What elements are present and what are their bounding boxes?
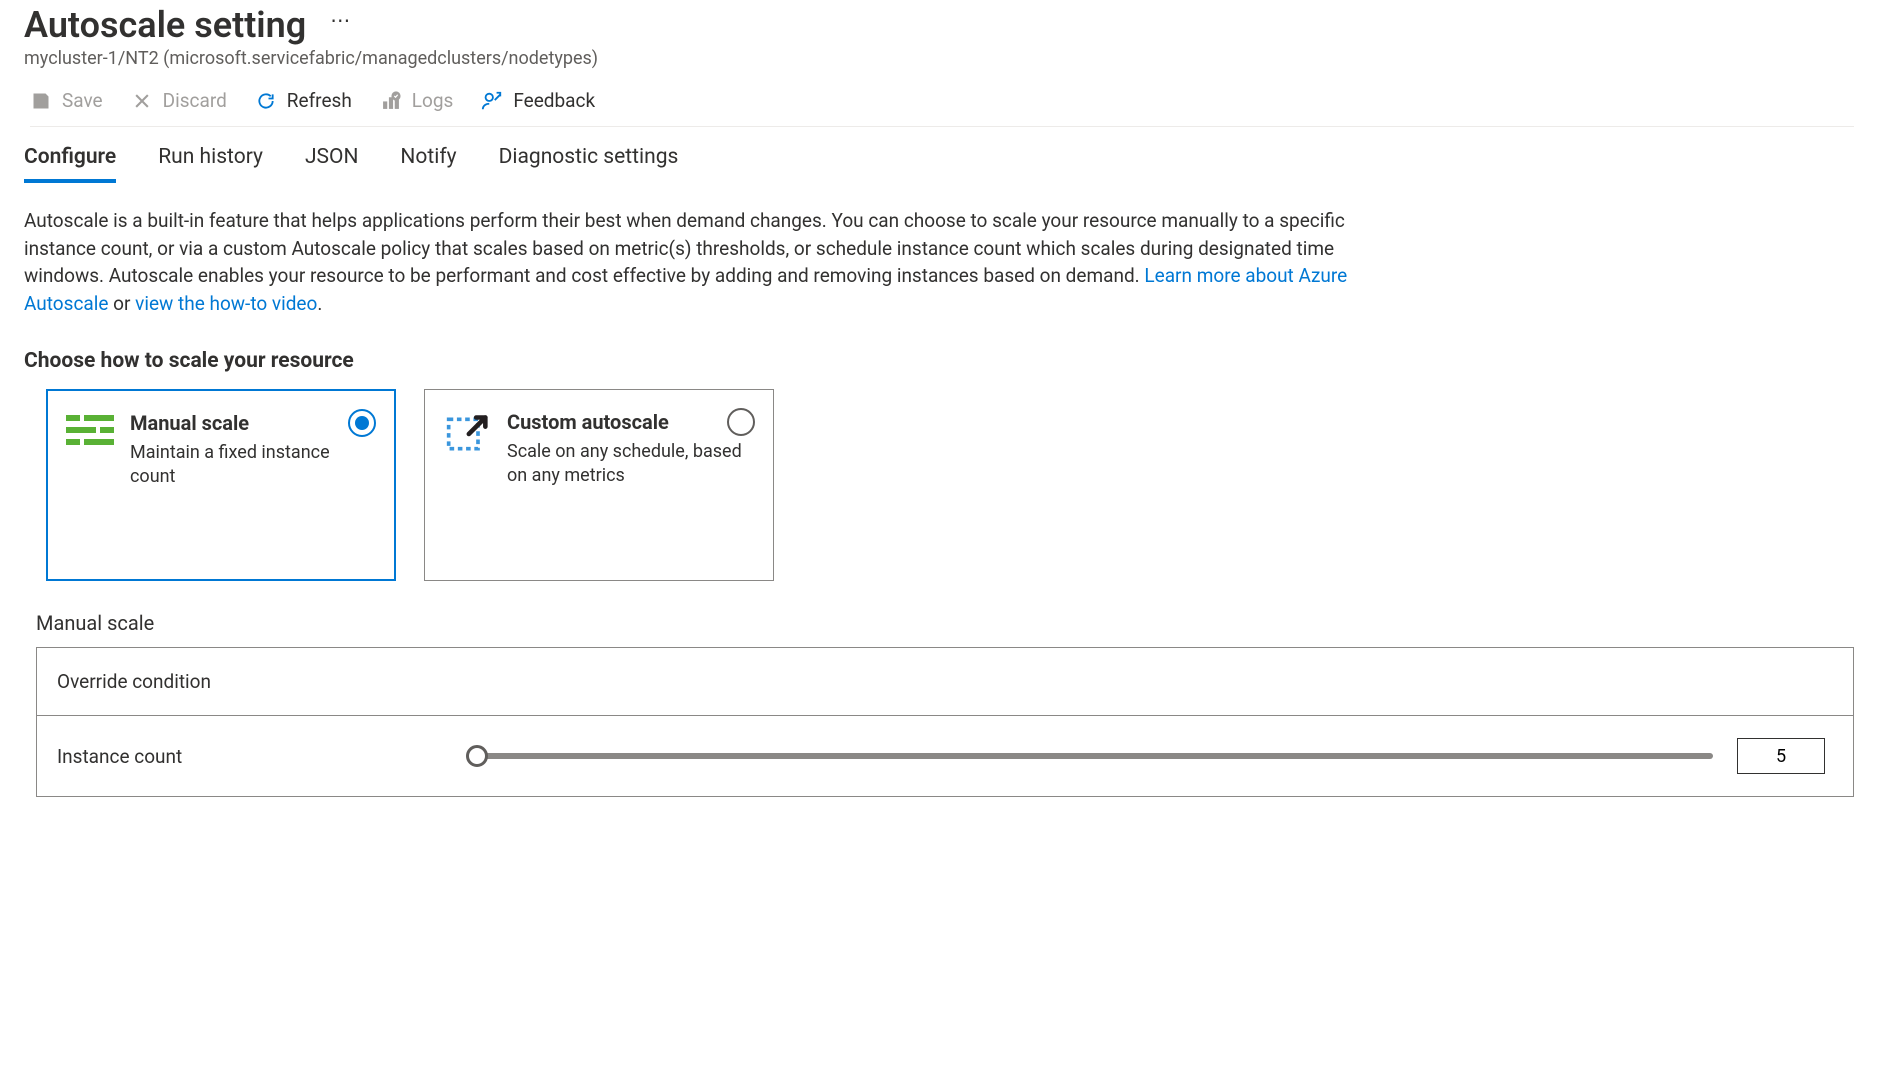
manual-scale-settings: Override condition Instance count [36, 647, 1854, 797]
manual-scale-icon [66, 413, 114, 455]
manual-scale-radio[interactable] [348, 409, 376, 437]
intro-text: Autoscale is a built-in feature that hel… [24, 207, 1404, 317]
discard-icon [131, 90, 153, 112]
refresh-label: Refresh [287, 89, 352, 112]
refresh-icon [255, 90, 277, 112]
override-condition-row: Override condition [37, 648, 1853, 716]
tab-diagnostic-settings[interactable]: Diagnostic settings [499, 145, 679, 183]
instance-count-row: Instance count [37, 716, 1853, 796]
refresh-button[interactable]: Refresh [255, 89, 352, 112]
feedback-button[interactable]: Feedback [481, 89, 595, 112]
custom-autoscale-card[interactable]: Custom autoscale Scale on any schedule, … [424, 389, 774, 581]
instance-count-input[interactable] [1737, 738, 1825, 774]
manual-scale-section-label: Manual scale [36, 611, 1854, 635]
discard-button: Discard [131, 89, 227, 112]
feedback-label: Feedback [513, 89, 595, 112]
save-label: Save [62, 89, 103, 112]
page-title: Autoscale setting [24, 4, 306, 46]
logs-icon [380, 90, 402, 112]
tab-configure[interactable]: Configure [24, 145, 116, 183]
slider-thumb[interactable] [466, 745, 488, 767]
howto-video-link[interactable]: view the how-to video [135, 292, 317, 315]
logs-label: Logs [412, 89, 454, 112]
save-button: Save [30, 89, 103, 112]
discard-label: Discard [163, 89, 227, 112]
intro-mid: or [108, 292, 135, 315]
manual-scale-card[interactable]: Manual scale Maintain a fixed instance c… [46, 389, 396, 581]
instance-count-label: Instance count [57, 745, 477, 768]
intro-end: . [317, 292, 322, 315]
logs-button: Logs [380, 89, 454, 112]
override-condition-label: Override condition [57, 670, 211, 693]
more-actions-icon[interactable]: ⋯ [330, 8, 352, 42]
breadcrumb: mycluster-1/NT2 (microsoft.servicefabric… [24, 48, 1854, 69]
save-icon [30, 90, 52, 112]
tab-json[interactable]: JSON [305, 145, 358, 183]
custom-autoscale-radio[interactable] [727, 408, 755, 436]
custom-autoscale-icon [443, 412, 491, 454]
feedback-icon [481, 90, 503, 112]
custom-autoscale-desc: Scale on any schedule, based on any metr… [507, 440, 755, 489]
tab-run-history[interactable]: Run history [158, 145, 263, 183]
manual-scale-title: Manual scale [130, 411, 376, 435]
manual-scale-desc: Maintain a fixed instance count [130, 441, 376, 490]
instance-count-slider[interactable] [477, 753, 1713, 759]
scale-choice-heading: Choose how to scale your resource [24, 349, 1854, 373]
custom-autoscale-title: Custom autoscale [507, 410, 755, 434]
tab-notify[interactable]: Notify [400, 145, 456, 183]
